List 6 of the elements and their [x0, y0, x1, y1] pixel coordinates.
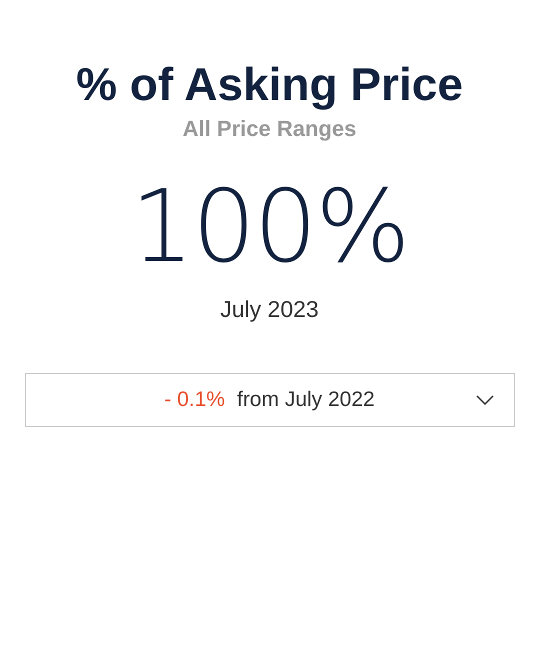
- chevron-icon: [476, 395, 494, 405]
- comparison-dropdown[interactable]: - 0.1% from July 2022: [24, 373, 514, 427]
- subtitle: All Price Ranges: [182, 116, 356, 142]
- period-label: July 2023: [220, 296, 319, 323]
- big-value: 100%: [130, 172, 408, 282]
- chart-title: % of Asking Price: [76, 57, 463, 112]
